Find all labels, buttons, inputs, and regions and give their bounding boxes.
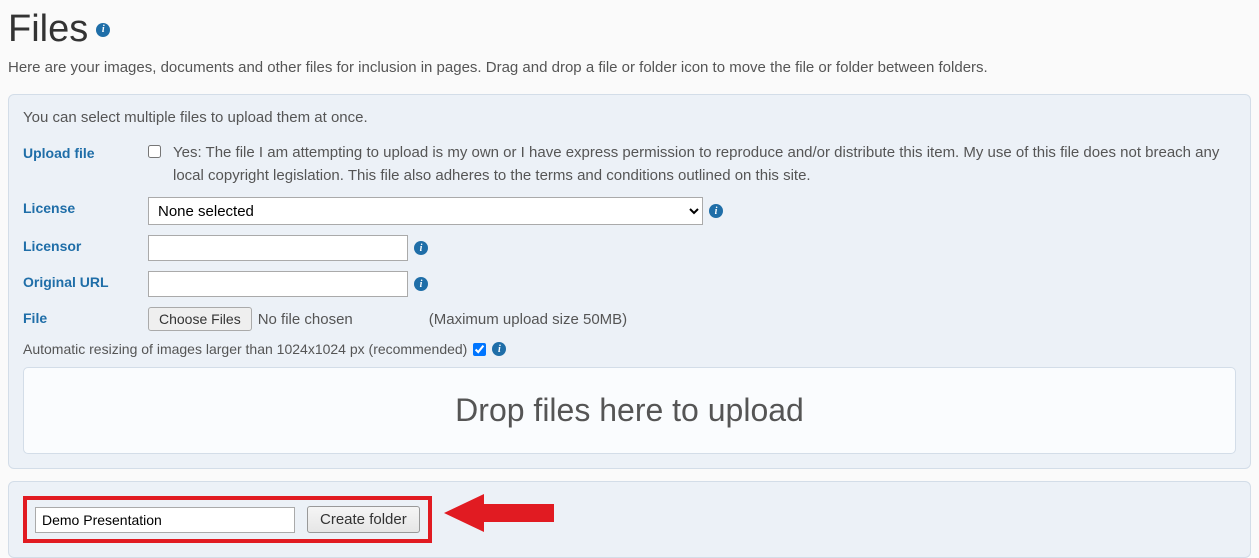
- info-icon[interactable]: i: [414, 277, 428, 291]
- upload-agreement-checkbox[interactable]: [148, 145, 161, 158]
- original-url-label: Original URL: [23, 271, 148, 290]
- upload-panel: You can select multiple files to upload …: [8, 94, 1251, 469]
- max-upload-size: (Maximum upload size 50MB): [429, 311, 627, 328]
- upload-agreement-text: Yes: The file I am attempting to upload …: [173, 142, 1236, 187]
- folder-name-input[interactable]: [35, 507, 295, 533]
- upload-file-label: Upload file: [23, 142, 148, 161]
- upload-intro: You can select multiple files to upload …: [23, 109, 1236, 126]
- page-title: Files: [8, 8, 88, 51]
- create-folder-button[interactable]: Create folder: [307, 506, 420, 533]
- info-icon[interactable]: i: [96, 23, 110, 37]
- create-folder-panel: Create folder: [8, 481, 1251, 558]
- resize-label: Automatic resizing of images larger than…: [23, 341, 467, 357]
- original-url-input[interactable]: [148, 271, 408, 297]
- info-icon[interactable]: i: [709, 204, 723, 218]
- file-status-text: No file chosen: [258, 311, 353, 328]
- drop-zone[interactable]: Drop files here to upload: [23, 367, 1236, 454]
- info-icon[interactable]: i: [492, 342, 506, 356]
- page-description: Here are your images, documents and othe…: [8, 59, 1251, 76]
- choose-files-button[interactable]: Choose Files: [148, 307, 252, 331]
- license-select[interactable]: None selected: [148, 197, 703, 225]
- license-label: License: [23, 197, 148, 216]
- licensor-label: Licensor: [23, 235, 148, 254]
- highlight-annotation: Create folder: [23, 496, 432, 543]
- info-icon[interactable]: i: [414, 241, 428, 255]
- resize-checkbox[interactable]: [473, 343, 486, 356]
- arrow-annotation: [444, 492, 554, 534]
- file-label: File: [23, 307, 148, 326]
- licensor-input[interactable]: [148, 235, 408, 261]
